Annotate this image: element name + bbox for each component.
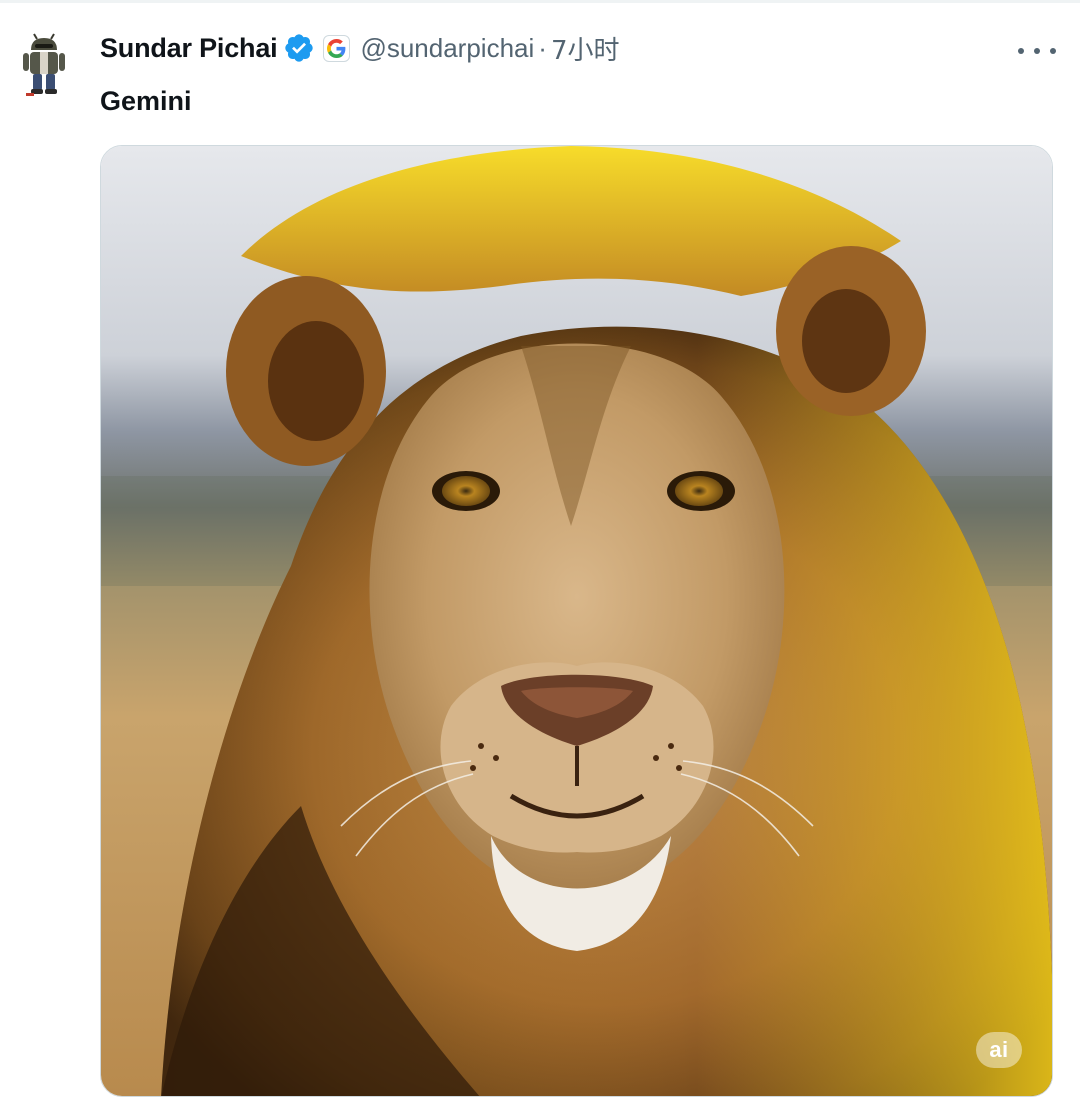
- more-dot: [1050, 48, 1056, 54]
- separator-dot: ·: [538, 32, 547, 63]
- android-avatar-icon: [23, 33, 65, 96]
- more-options-button[interactable]: [1018, 40, 1056, 62]
- tweet-text: Gemini: [100, 86, 192, 116]
- tweet-media-image[interactable]: ai: [100, 145, 1053, 1097]
- google-g-icon[interactable]: [323, 34, 351, 62]
- author-display-name[interactable]: Sundar Pichai: [100, 33, 278, 64]
- top-divider: [0, 0, 1080, 3]
- tweet-timestamp[interactable]: 7小时: [551, 30, 620, 67]
- more-dot: [1018, 48, 1024, 54]
- ai-generated-badge: ai: [976, 1032, 1022, 1068]
- lion-image: [101, 146, 1052, 1096]
- author-handle[interactable]: @sundarpichai: [360, 33, 534, 64]
- author-avatar[interactable]: [18, 30, 78, 102]
- more-dot: [1034, 48, 1040, 54]
- verified-badge-icon[interactable]: [283, 32, 315, 64]
- tweet-header: Sundar Pichai @sundarpichai · 7小时: [100, 28, 620, 68]
